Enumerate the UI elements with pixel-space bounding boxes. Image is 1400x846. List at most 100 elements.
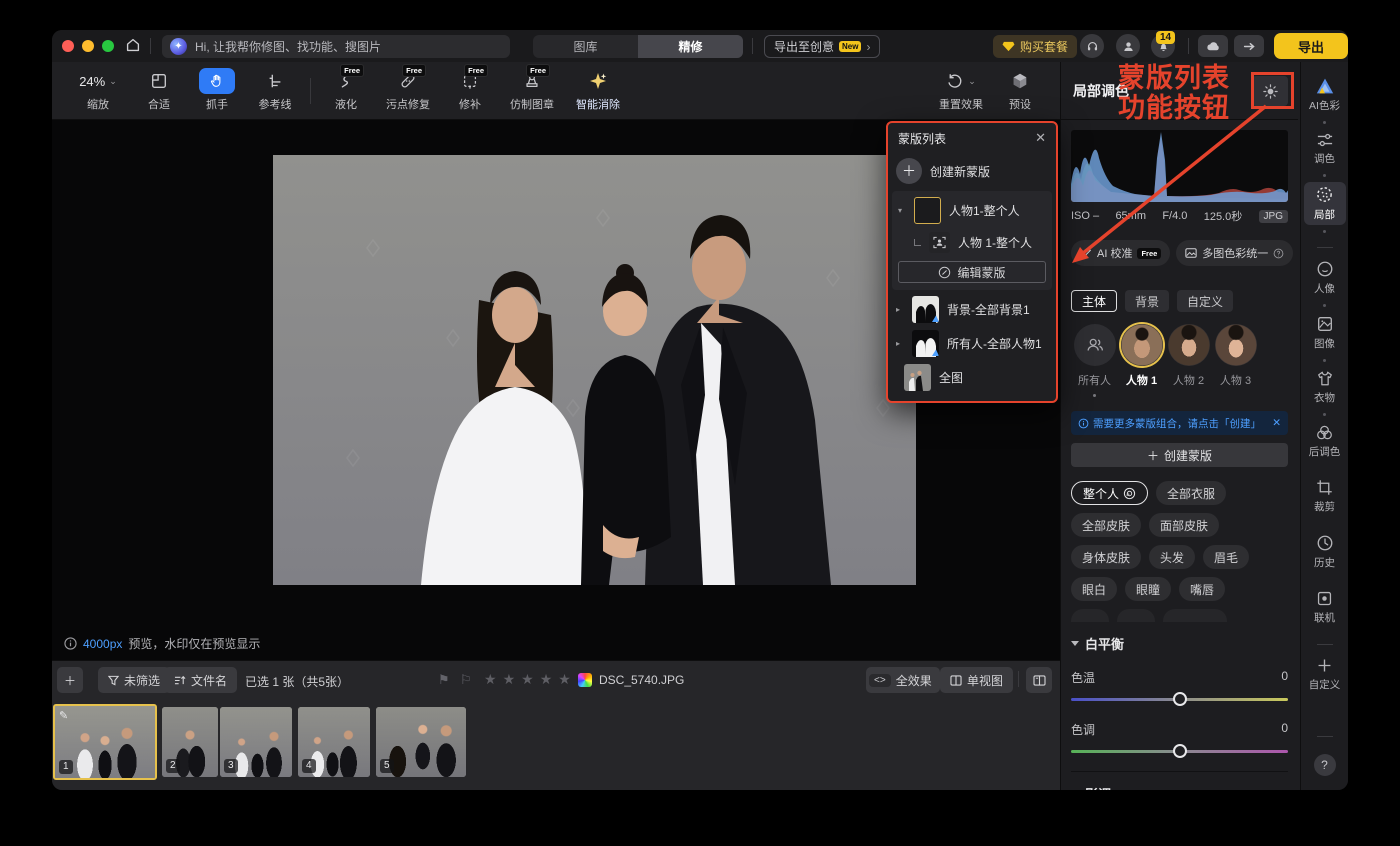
- temp-value[interactable]: 0: [1281, 669, 1288, 686]
- single-view-toggle[interactable]: 单视图: [940, 667, 1013, 693]
- tone-section-header[interactable]: 影调: [1071, 784, 1288, 790]
- sidebar-item-custom[interactable]: 自定义: [1304, 654, 1346, 695]
- edit-mask-button[interactable]: 编辑蒙版: [898, 261, 1046, 283]
- thumbnail-4[interactable]: 4: [298, 707, 370, 777]
- thumbnail-2[interactable]: 2: [162, 707, 218, 777]
- temp-slider[interactable]: [1071, 698, 1288, 701]
- clipped-chip[interactable]: [1117, 609, 1155, 622]
- star-icon[interactable]: ★: [540, 671, 553, 687]
- tint-value[interactable]: 0: [1281, 721, 1288, 738]
- smart-erase-tool[interactable]: 智能消除: [565, 69, 631, 112]
- sort-button[interactable]: 文件名: [164, 667, 237, 693]
- tab-library[interactable]: 图库: [533, 35, 638, 58]
- preview-size[interactable]: 4000px: [83, 637, 122, 651]
- chip-lips[interactable]: 嘴唇: [1179, 577, 1225, 601]
- star-icon[interactable]: ★: [521, 671, 534, 687]
- close-icon[interactable]: ✕: [1035, 130, 1046, 146]
- disclosure-open-icon[interactable]: ▾: [898, 206, 906, 215]
- minimize-window-button[interactable]: [82, 40, 94, 52]
- liquify-tool[interactable]: Free 液化: [317, 69, 375, 112]
- close-window-button[interactable]: [62, 40, 74, 52]
- zoom-control[interactable]: 24% ⌄ 缩放: [66, 69, 130, 112]
- export-to-creative-button[interactable]: 导出至创意 New ›: [764, 35, 880, 58]
- person-1[interactable]: 人物 1: [1118, 324, 1165, 397]
- buy-plan-button[interactable]: 购买套餐: [993, 35, 1077, 58]
- ai-assistant-search[interactable]: ✦ Hi, 让我帮你修图、找功能、搜图片: [162, 35, 510, 58]
- tab-custom[interactable]: 自定义: [1177, 290, 1233, 312]
- temp-slider-knob[interactable]: [1173, 692, 1187, 706]
- sidebar-item-tethering[interactable]: 联机: [1304, 587, 1346, 628]
- flag-reject-icon[interactable]: ⚐: [460, 672, 472, 688]
- disclosure-closed-icon[interactable]: ▸: [896, 305, 904, 314]
- all-effects-toggle[interactable]: <> 全效果: [866, 667, 940, 693]
- support-button[interactable]: [1080, 34, 1104, 58]
- fit-tool[interactable]: 合适: [130, 69, 188, 112]
- sidebar-item-image[interactable]: 图像: [1304, 312, 1346, 354]
- color-label-icon[interactable]: [578, 673, 592, 687]
- person-3-avatar[interactable]: [1215, 324, 1257, 366]
- compare-view-button[interactable]: [1026, 667, 1052, 693]
- chip-all-skin[interactable]: 全部皮肤: [1071, 513, 1141, 537]
- sidebar-item-crop[interactable]: 裁剪: [1304, 476, 1346, 517]
- tint-slider-knob[interactable]: [1173, 744, 1187, 758]
- sidebar-item-history[interactable]: 历史: [1304, 531, 1346, 573]
- thumbnail-3[interactable]: 3: [220, 707, 292, 777]
- help-button[interactable]: ?: [1314, 754, 1336, 776]
- chip-eyebrows[interactable]: 眉毛: [1203, 545, 1249, 569]
- chip-whole-person[interactable]: 整个人: [1071, 481, 1148, 505]
- spot-heal-tool[interactable]: Free 污点修复: [375, 69, 441, 112]
- chip-face-skin[interactable]: 面部皮肤: [1149, 513, 1219, 537]
- sidebar-item-ai-color[interactable]: AI色彩: [1304, 74, 1346, 116]
- star-rating[interactable]: ★ ★ ★ ★ ★: [484, 671, 577, 689]
- sidebar-item-color[interactable]: 调色: [1304, 129, 1346, 169]
- background-mask-row[interactable]: ▸ 背景-全部背景1: [888, 292, 1056, 326]
- all-people-avatar[interactable]: [1074, 324, 1116, 366]
- maximize-window-button[interactable]: [102, 40, 114, 52]
- star-icon[interactable]: ★: [484, 671, 497, 687]
- filter-button[interactable]: 未筛选: [98, 667, 170, 693]
- photo-preview[interactable]: [273, 155, 916, 585]
- account-button[interactable]: [1116, 34, 1140, 58]
- all-people-mask-row[interactable]: ▸ 所有人-全部人物1: [888, 326, 1056, 360]
- home-icon[interactable]: [124, 36, 142, 59]
- white-balance-section-header[interactable]: 白平衡: [1071, 634, 1288, 653]
- guides-tool[interactable]: 参考线: [246, 69, 304, 112]
- star-icon[interactable]: ★: [558, 671, 571, 687]
- person-2[interactable]: 人物 2: [1165, 324, 1212, 397]
- full-image-row[interactable]: 全图: [888, 360, 1056, 394]
- tab-subject[interactable]: 主体: [1071, 290, 1117, 312]
- tab-retouch[interactable]: 精修: [638, 35, 743, 58]
- mask-group-row[interactable]: ▾ 人物1-整个人: [892, 193, 1052, 227]
- flag-pick-icon[interactable]: ⚑: [438, 672, 450, 688]
- chip-pupils[interactable]: 眼瞳: [1125, 577, 1171, 601]
- sidebar-item-clothing[interactable]: 衣物: [1304, 367, 1346, 408]
- thumbnail-1-selected[interactable]: ✎ 1: [53, 704, 157, 780]
- add-photos-button[interactable]: ＋: [57, 667, 83, 693]
- person-2-avatar[interactable]: [1168, 324, 1210, 366]
- person-all[interactable]: 所有人: [1071, 324, 1118, 397]
- tab-background[interactable]: 背景: [1125, 290, 1169, 312]
- sidebar-item-portrait[interactable]: 人像: [1304, 257, 1346, 299]
- disclosure-closed-icon[interactable]: ▸: [896, 339, 904, 348]
- clipped-chip[interactable]: [1163, 609, 1227, 622]
- hand-tool[interactable]: 抓手: [188, 69, 246, 112]
- sidebar-item-local[interactable]: 局部: [1304, 182, 1346, 225]
- clone-stamp-tool[interactable]: Free 仿制图章: [499, 69, 565, 112]
- clipped-chip[interactable]: [1071, 609, 1109, 622]
- create-mask-button[interactable]: ＋ 创建蒙版: [1071, 443, 1288, 467]
- patch-tool[interactable]: Free 修补: [441, 69, 499, 112]
- thumbnail-5[interactable]: 5: [376, 707, 466, 777]
- tint-slider[interactable]: [1071, 750, 1288, 753]
- export-button[interactable]: 导出: [1274, 33, 1348, 59]
- create-new-mask-row[interactable]: ＋ 创建新蒙版: [888, 153, 1056, 189]
- multi-image-color-button[interactable]: 多图色彩统一: [1176, 240, 1293, 266]
- sidebar-item-post-color[interactable]: 后调色: [1304, 421, 1346, 462]
- cloud-upload-button[interactable]: [1198, 35, 1228, 57]
- chip-eye-whites[interactable]: 眼白: [1071, 577, 1117, 601]
- chip-all-clothes[interactable]: 全部衣服: [1156, 481, 1226, 505]
- star-icon[interactable]: ★: [503, 671, 516, 687]
- person-1-avatar[interactable]: [1121, 324, 1163, 366]
- chip-hair[interactable]: 头发: [1149, 545, 1195, 569]
- person-3[interactable]: 人物 3: [1212, 324, 1259, 397]
- presets-button[interactable]: 预设: [994, 69, 1046, 112]
